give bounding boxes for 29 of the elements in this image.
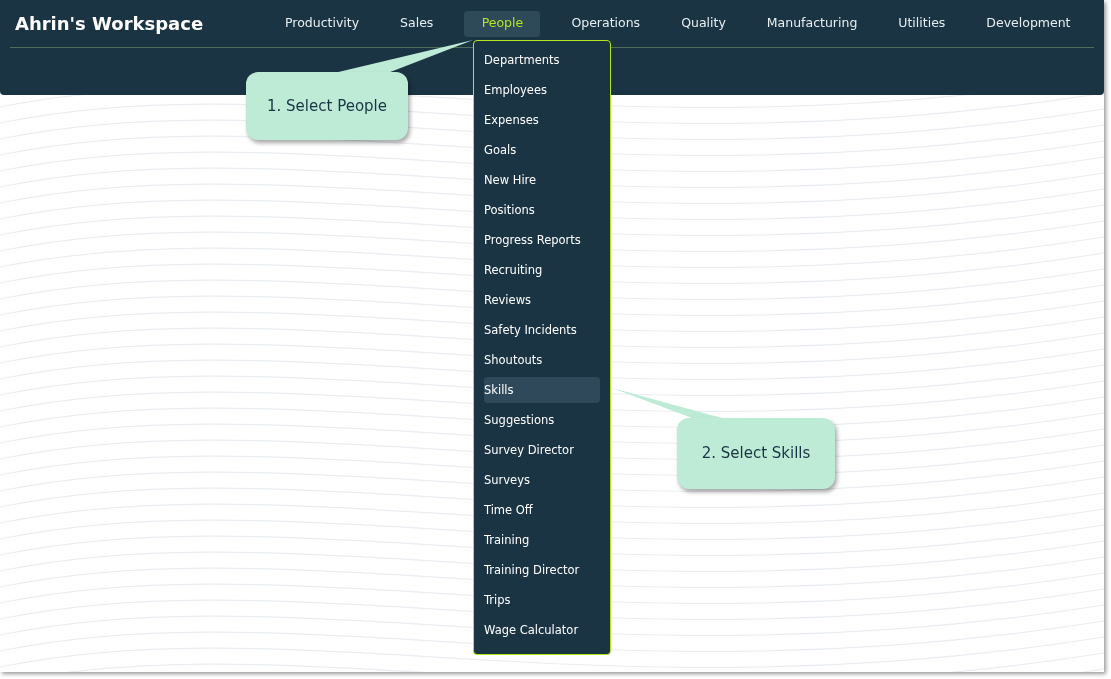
nav-tab[interactable]: Quality xyxy=(671,10,736,37)
menu-item[interactable]: Positions xyxy=(484,197,600,223)
nav-tab[interactable]: Operations xyxy=(561,10,651,37)
menu-item[interactable]: New Hire xyxy=(484,167,600,193)
menu-item[interactable]: Surveys xyxy=(484,467,600,493)
menu-item[interactable]: Trips xyxy=(484,587,600,613)
workspace-title: Ahrin's Workspace xyxy=(14,12,205,36)
menu-item[interactable]: Departments xyxy=(484,47,600,73)
menu-item[interactable]: Time Off xyxy=(484,497,600,523)
menu-item[interactable]: Progress Reports xyxy=(484,227,600,253)
menu-item[interactable]: Survey Director xyxy=(484,437,600,463)
menu-item[interactable]: Expenses xyxy=(484,107,600,133)
menu-item[interactable]: Employees xyxy=(484,77,600,103)
menu-item[interactable]: Training Director xyxy=(484,557,600,583)
menu-item[interactable]: Recruiting xyxy=(484,257,600,283)
menu-item[interactable]: Skills xyxy=(484,377,600,403)
menu-item[interactable]: Wage Calculator xyxy=(484,617,600,643)
nav-tab[interactable]: Productivity xyxy=(275,10,370,37)
nav-tab[interactable]: Utilities xyxy=(888,10,956,37)
menu-item[interactable]: Training xyxy=(484,527,600,553)
nav-tab[interactable]: Development xyxy=(976,10,1081,37)
menu-item[interactable]: Reviews xyxy=(484,287,600,313)
menu-item[interactable]: Goals xyxy=(484,137,600,163)
nav-tab[interactable]: Manufacturing xyxy=(756,10,868,37)
nav-tab[interactable]: Sales xyxy=(390,10,444,37)
menu-item[interactable]: Safety Incidents xyxy=(484,317,600,343)
menu-item[interactable]: Suggestions xyxy=(484,407,600,433)
nav-tab[interactable]: People xyxy=(464,10,541,37)
menu-item[interactable]: Shoutouts xyxy=(484,347,600,373)
